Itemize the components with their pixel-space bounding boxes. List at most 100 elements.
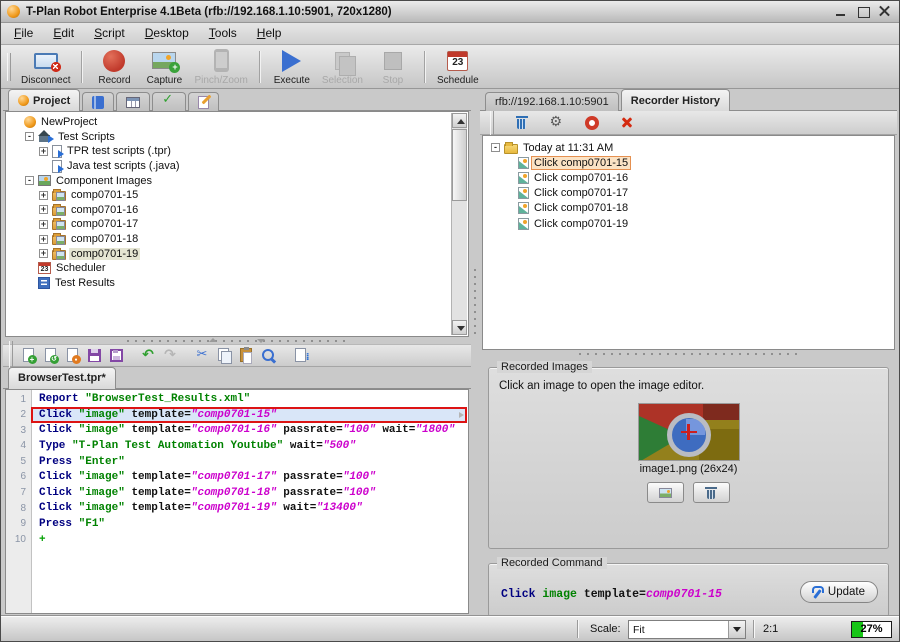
tab-recorder-history[interactable]: Recorder History (621, 89, 730, 111)
new-document-button[interactable] (18, 346, 38, 365)
update-button[interactable]: Update (800, 581, 878, 603)
vertical-splitter[interactable] (471, 89, 480, 616)
tab-edit[interactable] (188, 92, 219, 111)
tab-table[interactable] (116, 92, 150, 111)
tree-item[interactable]: -Test Scripts (7, 130, 450, 145)
tree-item[interactable]: Click comp0701-19 (487, 216, 894, 231)
menu-edit[interactable]: Edit (44, 24, 83, 43)
right-horizontal-splitter[interactable] (480, 350, 897, 357)
code-line[interactable]: 9Press "F1" (6, 516, 467, 532)
code-line[interactable]: 6Click "image" template="comp0701-17" pa… (6, 469, 467, 485)
expander-expand[interactable]: + (39, 220, 48, 229)
menu-file[interactable]: File (5, 24, 42, 43)
expander-expand[interactable]: + (39, 235, 48, 244)
tree-item-label: Click comp0701-15 (532, 157, 630, 169)
disconnect-button[interactable]: Disconnect (16, 47, 75, 87)
tab-notebook[interactable] (82, 92, 114, 111)
delete-image-button[interactable] (693, 482, 730, 503)
toolbar-grip[interactable] (7, 53, 11, 81)
maximize-button[interactable] (855, 5, 871, 19)
record-button[interactable]: Record (89, 47, 139, 87)
open-image-editor-button[interactable] (647, 482, 684, 503)
code-line[interactable]: 4Type "T-Plan Test Automation Youtube" w… (6, 438, 467, 454)
tree-item[interactable]: +comp0701-15 (7, 188, 450, 203)
tree-item[interactable]: -Today at 11:31 AM (487, 140, 894, 155)
expander-expand[interactable]: + (39, 147, 48, 156)
save-button[interactable] (84, 346, 104, 365)
script-properties-button[interactable] (290, 346, 310, 365)
copy-button[interactable] (214, 346, 234, 365)
expander-collapse[interactable]: - (25, 176, 34, 185)
delete-button[interactable] (617, 113, 637, 132)
cut-button[interactable]: ✂ (192, 346, 212, 365)
recorded-image-thumbnail[interactable] (639, 404, 739, 460)
selection-label: Selection (322, 75, 363, 86)
recorder-toolbar-grip[interactable] (490, 109, 494, 137)
menu-desktop[interactable]: Desktop (136, 24, 198, 43)
tab-browsertest[interactable]: BrowserTest.tpr* (8, 367, 116, 389)
expander-collapse[interactable]: - (491, 143, 500, 152)
script-editor[interactable]: 1Report "BrowserTest_Results.xml"2Click … (5, 389, 469, 615)
expander-collapse[interactable]: - (25, 132, 34, 141)
open-document-button[interactable] (40, 346, 60, 365)
minimize-button[interactable] (833, 5, 849, 19)
status-bar: Scale: Fit 2:1 27% (1, 616, 899, 641)
editor-toolbar-grip[interactable] (9, 341, 13, 369)
chevron-down-icon[interactable] (728, 621, 745, 638)
scroll-down-button[interactable] (452, 320, 467, 335)
code-line[interactable]: 2Click "image" template="comp0701-15" (6, 407, 467, 423)
tree-item[interactable]: Click comp0701-17 (487, 186, 894, 201)
tree-item[interactable]: Click comp0701-18 (487, 201, 894, 216)
capture-button[interactable]: Capture (139, 47, 189, 87)
tab-check[interactable] (152, 92, 186, 111)
lifesaver-button[interactable] (582, 113, 602, 132)
undo-button[interactable]: ↶ (138, 346, 158, 365)
execute-button[interactable]: Execute (267, 47, 317, 87)
trash-button[interactable] (512, 113, 532, 132)
tree-item[interactable]: +comp0701-17 (7, 217, 450, 232)
tree-item[interactable]: Click comp0701-15 (487, 155, 894, 170)
schedule-button[interactable]: 23Schedule (432, 47, 484, 87)
menu-help[interactable]: Help (248, 24, 291, 43)
tree-item[interactable]: Java test scripts (.java) (7, 159, 450, 174)
code-line[interactable]: 8Click "image" template="comp0701-19" wa… (6, 501, 467, 517)
scroll-thumb[interactable] (452, 129, 467, 201)
code-line[interactable]: 1Report "BrowserTest_Results.xml" (6, 392, 467, 408)
paste-button[interactable] (236, 346, 256, 365)
menu-tools[interactable]: Tools (200, 24, 246, 43)
tab-rfb-192-168-1-10-5901[interactable]: rfb://192.168.1.10:5901 (485, 92, 619, 111)
tree-item[interactable]: +comp0701-16 (7, 203, 450, 218)
tree-item[interactable]: NewProject (7, 115, 450, 130)
tree-item[interactable]: +TPR test scripts (.tpr) (7, 144, 450, 159)
undo-icon: ↶ (142, 348, 154, 362)
code-line[interactable]: 7Click "image" template="comp0701-18" pa… (6, 485, 467, 501)
scale-select[interactable]: Fit (628, 620, 746, 639)
tree-item[interactable]: -Component Images (7, 173, 450, 188)
close-button[interactable] (877, 5, 893, 19)
save-all-button[interactable] (106, 346, 126, 365)
menu-script[interactable]: Script (85, 24, 134, 43)
new-recording-button[interactable] (62, 346, 82, 365)
settings-button[interactable] (547, 113, 567, 132)
tab-project[interactable]: Project (8, 89, 80, 111)
tree-item[interactable]: Test Results (7, 276, 450, 291)
table-icon (126, 97, 140, 108)
scroll-up-button[interactable] (452, 113, 467, 128)
project-tree-scrollbar[interactable] (451, 113, 467, 335)
expander-expand[interactable]: + (39, 191, 48, 200)
save-icon (88, 349, 101, 362)
expander-expand[interactable]: + (39, 205, 48, 214)
tree-item[interactable]: 23Scheduler (7, 261, 450, 276)
code-line[interactable]: 10+ (6, 532, 467, 548)
find-button[interactable] (258, 346, 278, 365)
tree-item[interactable]: +comp0701-19 (7, 246, 450, 261)
scheduler-icon: 23 (38, 262, 51, 274)
code-line[interactable]: 3Click "image" template="comp0701-16" pa… (6, 423, 467, 439)
tree-item[interactable]: +comp0701-18 (7, 232, 450, 247)
redo-button[interactable]: ↷ (160, 346, 180, 365)
line-number: 6 (6, 469, 31, 485)
expander-expand[interactable]: + (39, 249, 48, 258)
code-line[interactable]: 5Press "Enter" (6, 454, 467, 470)
horizontal-splitter[interactable] (3, 337, 471, 344)
tree-item[interactable]: Click comp0701-16 (487, 170, 894, 185)
